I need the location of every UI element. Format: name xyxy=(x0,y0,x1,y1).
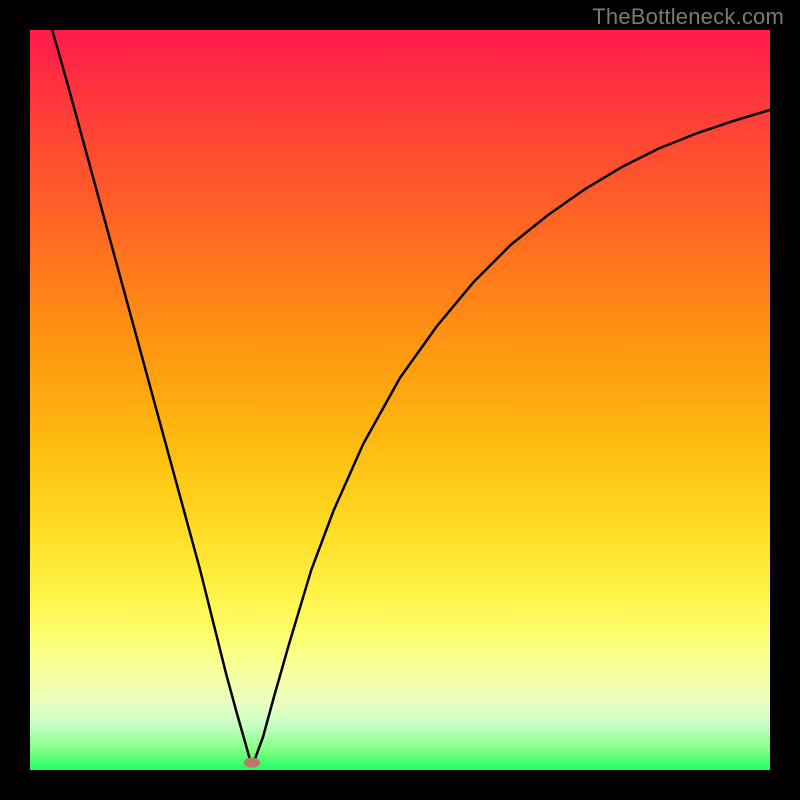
watermark-text: TheBottleneck.com xyxy=(592,4,784,30)
plot-area xyxy=(30,30,770,770)
chart-container: TheBottleneck.com xyxy=(0,0,800,800)
minimum-marker xyxy=(244,757,260,767)
curve-svg xyxy=(30,30,770,770)
bottleneck-curve xyxy=(52,30,770,759)
